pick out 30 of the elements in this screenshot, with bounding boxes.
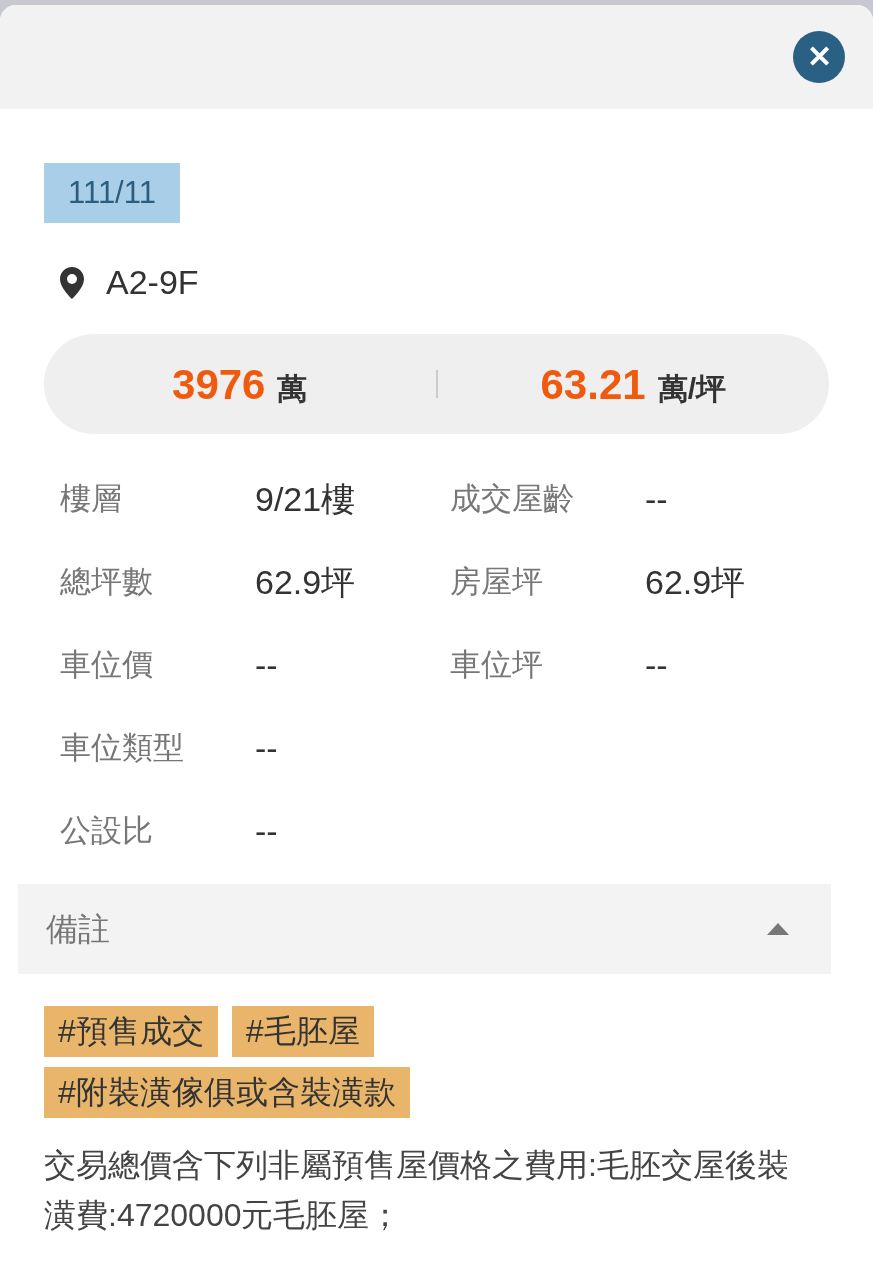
remarks-text: 交易總價含下列非屬預售屋價格之費用:毛胚交屋後裝潢費:4720000元毛胚屋；	[44, 1146, 790, 1235]
location-text: A2-9F	[106, 262, 199, 303]
price-unit: 萬	[277, 370, 308, 407]
detail-label: 車位坪	[450, 645, 544, 684]
detail-value: --	[645, 644, 668, 686]
detail-value: --	[255, 644, 279, 686]
detail-value: --	[255, 810, 279, 852]
tag: #附裝潢傢俱或含裝潢款	[44, 1067, 410, 1118]
tag: #毛胚屋	[231, 1006, 374, 1057]
caret-up-icon	[767, 923, 789, 935]
detail-value: 9/21樓	[255, 478, 357, 520]
detail-value: --	[255, 727, 279, 769]
unit-price: 63.21	[540, 359, 646, 410]
detail-value: 62.9坪	[255, 561, 357, 603]
detail-label: 樓層	[60, 479, 123, 518]
detail-value: 62.9坪	[645, 561, 746, 603]
detail-label: 成交屋齡	[450, 479, 575, 518]
unit-price-unit: 萬/坪	[657, 370, 726, 407]
detail-label: 車位價	[60, 645, 154, 684]
detail-value: --	[645, 478, 668, 520]
detail-label: 總坪數	[60, 562, 154, 601]
tag: #預售成交	[44, 1006, 218, 1057]
total-price: 3976	[172, 359, 266, 410]
remarks-header[interactable]: 備註	[18, 884, 831, 974]
close-button[interactable]: ✕	[793, 31, 845, 83]
date-badge: 111/11	[44, 163, 180, 223]
detail-label: 公設比	[60, 811, 154, 850]
detail-label: 房屋坪	[450, 562, 544, 601]
detail-label: 車位類型	[60, 728, 185, 767]
location-pin-icon	[60, 266, 84, 299]
